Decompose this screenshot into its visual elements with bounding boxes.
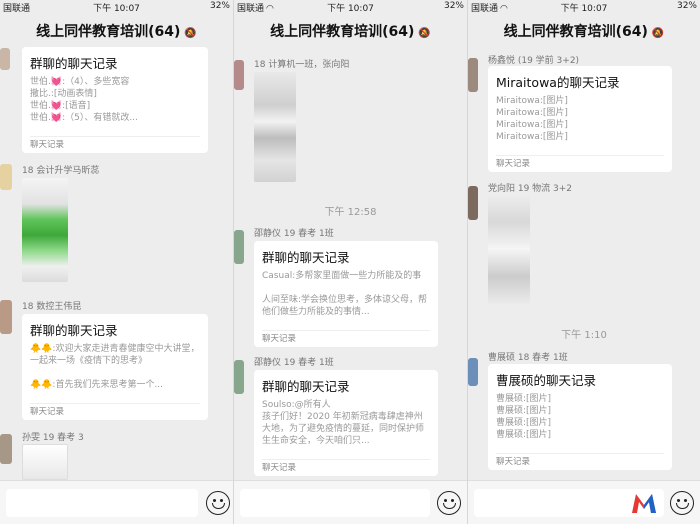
battery: 32% (443, 1, 464, 11)
chat-history-card[interactable]: 曹展硕的聊天记录 曹展硕:[图片] 曹展硕:[图片] 曹展硕:[图片] 曹展硕:… (488, 364, 672, 470)
status-bar: 国联通 下午 10:07 32% (0, 0, 233, 14)
sender-name: 党向阳 19 物流 3+2 (488, 184, 573, 194)
clock: 下午 10:07 (93, 4, 140, 14)
sender-name: 孙雯 19 春考 3 (22, 433, 84, 443)
chat-panel-1: 国联通 下午 10:07 32% 线上同伴教育培训(64) 🔕 群聊的聊天记录 世… (0, 0, 233, 524)
chat-history-card[interactable]: 群聊的聊天记录 🐥🐥:欢迎大家走进青春健康空中大讲堂，一起来一场《疫情下的思考》… (22, 314, 208, 420)
clock: 下午 10:07 (327, 4, 374, 14)
chat-title-bar[interactable]: 线上同伴教育培训(64) 🔕 (468, 14, 700, 50)
card-line: 世伯.💓:[语音] (30, 101, 91, 111)
card-footer: 聊天记录 (30, 403, 200, 420)
sender-name: 18 计算机一班，张向阳 (254, 60, 350, 70)
chat-title: 线上同伴教育培训(64) (270, 24, 415, 40)
card-title: 曹展硕的聊天记录 (496, 373, 597, 388)
sender-name: 邵静仪 19 春考 1班 (254, 229, 334, 239)
input-bar (234, 480, 467, 524)
card-footer: 聊天记录 (262, 459, 430, 476)
avatar[interactable] (468, 58, 478, 92)
avatar[interactable] (234, 360, 244, 394)
message-input[interactable] (6, 489, 198, 517)
avatar[interactable] (468, 186, 478, 220)
chat-title: 线上同伴教育培训(64) (36, 24, 181, 40)
card-line: Miraitowa:[图片] (496, 132, 568, 142)
card-line: Miraitowa:[图片] (496, 108, 568, 118)
bell-off-icon: 🔕 (651, 28, 665, 39)
avatar[interactable] (0, 300, 12, 334)
message-list[interactable]: 18 计算机一班，张向阳 下午 12:58 邵静仪 19 春考 1班 群聊的聊天… (234, 50, 467, 480)
image-message[interactable] (22, 444, 68, 480)
battery: 32% (209, 1, 230, 11)
card-title: 群聊的聊天记录 (30, 56, 118, 71)
avatar[interactable] (468, 358, 478, 386)
avatar[interactable] (0, 434, 12, 464)
card-line: Miraitowa:[图片] (496, 120, 568, 130)
status-bar: 国联通 ◠ 下午 10:07 32% (468, 0, 700, 14)
timestamp: 下午 12:58 (324, 207, 377, 218)
battery: 32% (676, 1, 697, 11)
avatar[interactable] (234, 230, 244, 264)
chat-history-card[interactable]: 群聊的聊天记录 Soulso:@所有人 孩子们好！2020 年初新冠病毒肆虐神州… (254, 370, 438, 476)
card-footer: 聊天记录 (496, 453, 664, 470)
card-footer: 聊天记录 (262, 330, 430, 347)
chat-history-card[interactable]: Miraitowa的聊天记录 Miraitowa:[图片] Miraitowa:… (488, 66, 672, 172)
chat-title-bar[interactable]: 线上同伴教育培训(64) 🔕 (234, 14, 467, 50)
card-footer: 聊天记录 (30, 136, 200, 153)
chat-panel-3: 国联通 ◠ 下午 10:07 32% 线上同伴教育培训(64) 🔕 杨鑫悦 (19 … (468, 0, 700, 524)
card-title: 群聊的聊天记录 (262, 250, 350, 265)
card-title: 群聊的聊天记录 (30, 323, 118, 338)
card-title: 群聊的聊天记录 (262, 379, 350, 394)
card-line: 世伯.💓:（5）、有错就改... (30, 113, 138, 123)
card-title: Miraitowa的聊天记录 (496, 75, 620, 90)
chat-history-card[interactable]: 群聊的聊天记录 世伯.💓:（4）、多些宽容 撒比.:[动画表情] 世伯.💓:[语… (22, 47, 208, 153)
avatar[interactable] (0, 164, 12, 190)
bell-off-icon: 🔕 (184, 28, 197, 39)
card-line: 撒比.:[动画表情] (30, 89, 97, 99)
chat-title-bar[interactable]: 线上同伴教育培训(64) 🔕 (0, 14, 233, 50)
chat-panel-2: 国联通 ◠ 下午 10:07 32% 线上同伴教育培训(64) 🔕 18 计算机一班… (234, 0, 467, 524)
card-line: 人间至味:学会换位思考，多体谅父母，帮他们做些力所能及的事情... (262, 295, 428, 317)
smiley-face-icon[interactable] (670, 491, 694, 515)
input-bar (468, 480, 700, 524)
avatar[interactable] (0, 48, 10, 70)
image-message[interactable] (488, 194, 530, 304)
status-bar: 国联通 ◠ 下午 10:07 32% (234, 0, 467, 14)
sender-name: 邵静仪 19 春考 1班 (254, 358, 334, 368)
message-input[interactable] (240, 489, 430, 517)
avatar[interactable] (234, 60, 244, 90)
card-line: 曹展硕:[图片] (496, 430, 552, 440)
timestamp: 下午 1:10 (561, 330, 607, 341)
card-line: 曹展硕:[图片] (496, 418, 552, 428)
message-list[interactable]: 杨鑫悦 (19 学前 3+2) Miraitowa的聊天记录 Miraitowa… (468, 50, 700, 480)
chat-title: 线上同伴教育培训(64) (503, 24, 648, 40)
image-message[interactable] (22, 178, 68, 282)
card-line: 🐥🐥:首先我们先来思考第一个... (30, 380, 164, 390)
card-line: 🐥🐥:欢迎大家走进青春健康空中大讲堂，一起来一场《疫情下的思考》 (30, 344, 200, 366)
card-line: Casual:多帮家里面做一些力所能及的事 (262, 271, 422, 281)
smiley-face-icon[interactable] (437, 491, 461, 515)
chat-history-card[interactable]: 群聊的聊天记录 Casual:多帮家里面做一些力所能及的事 人间至味:学会换位思… (254, 241, 438, 347)
card-line: Soulso:@所有人 (262, 400, 331, 410)
image-message[interactable] (254, 72, 296, 182)
card-footer: 聊天记录 (496, 155, 664, 172)
card-line: 孩子们好！2020 年初新冠病毒肆虐神州大地，为了避免疫情的蔓延，同时保护师生生… (262, 412, 425, 446)
card-line: 曹展硕:[图片] (496, 394, 552, 404)
card-line: 曹展硕:[图片] (496, 406, 552, 416)
sender-name: 18 会计升学马昕蕊 (22, 166, 100, 176)
sender-name: 曹展硕 18 春考 1班 (488, 353, 568, 363)
card-line: 世伯.💓:（4）、多些宽容 (30, 77, 130, 87)
bell-off-icon: 🔕 (418, 28, 431, 39)
sender-name: 杨鑫悦 (19 学前 3+2) (488, 56, 580, 66)
input-bar (0, 480, 233, 524)
logo-icon (632, 494, 656, 513)
card-line: Miraitowa:[图片] (496, 96, 568, 106)
sender-name: 18 数控王伟昆 (22, 302, 82, 312)
message-list[interactable]: 群聊的聊天记录 世伯.💓:（4）、多些宽容 撒比.:[动画表情] 世伯.💓:[语… (0, 47, 233, 480)
clock: 下午 10:07 (560, 4, 608, 14)
smiley-face-icon[interactable] (206, 491, 230, 515)
